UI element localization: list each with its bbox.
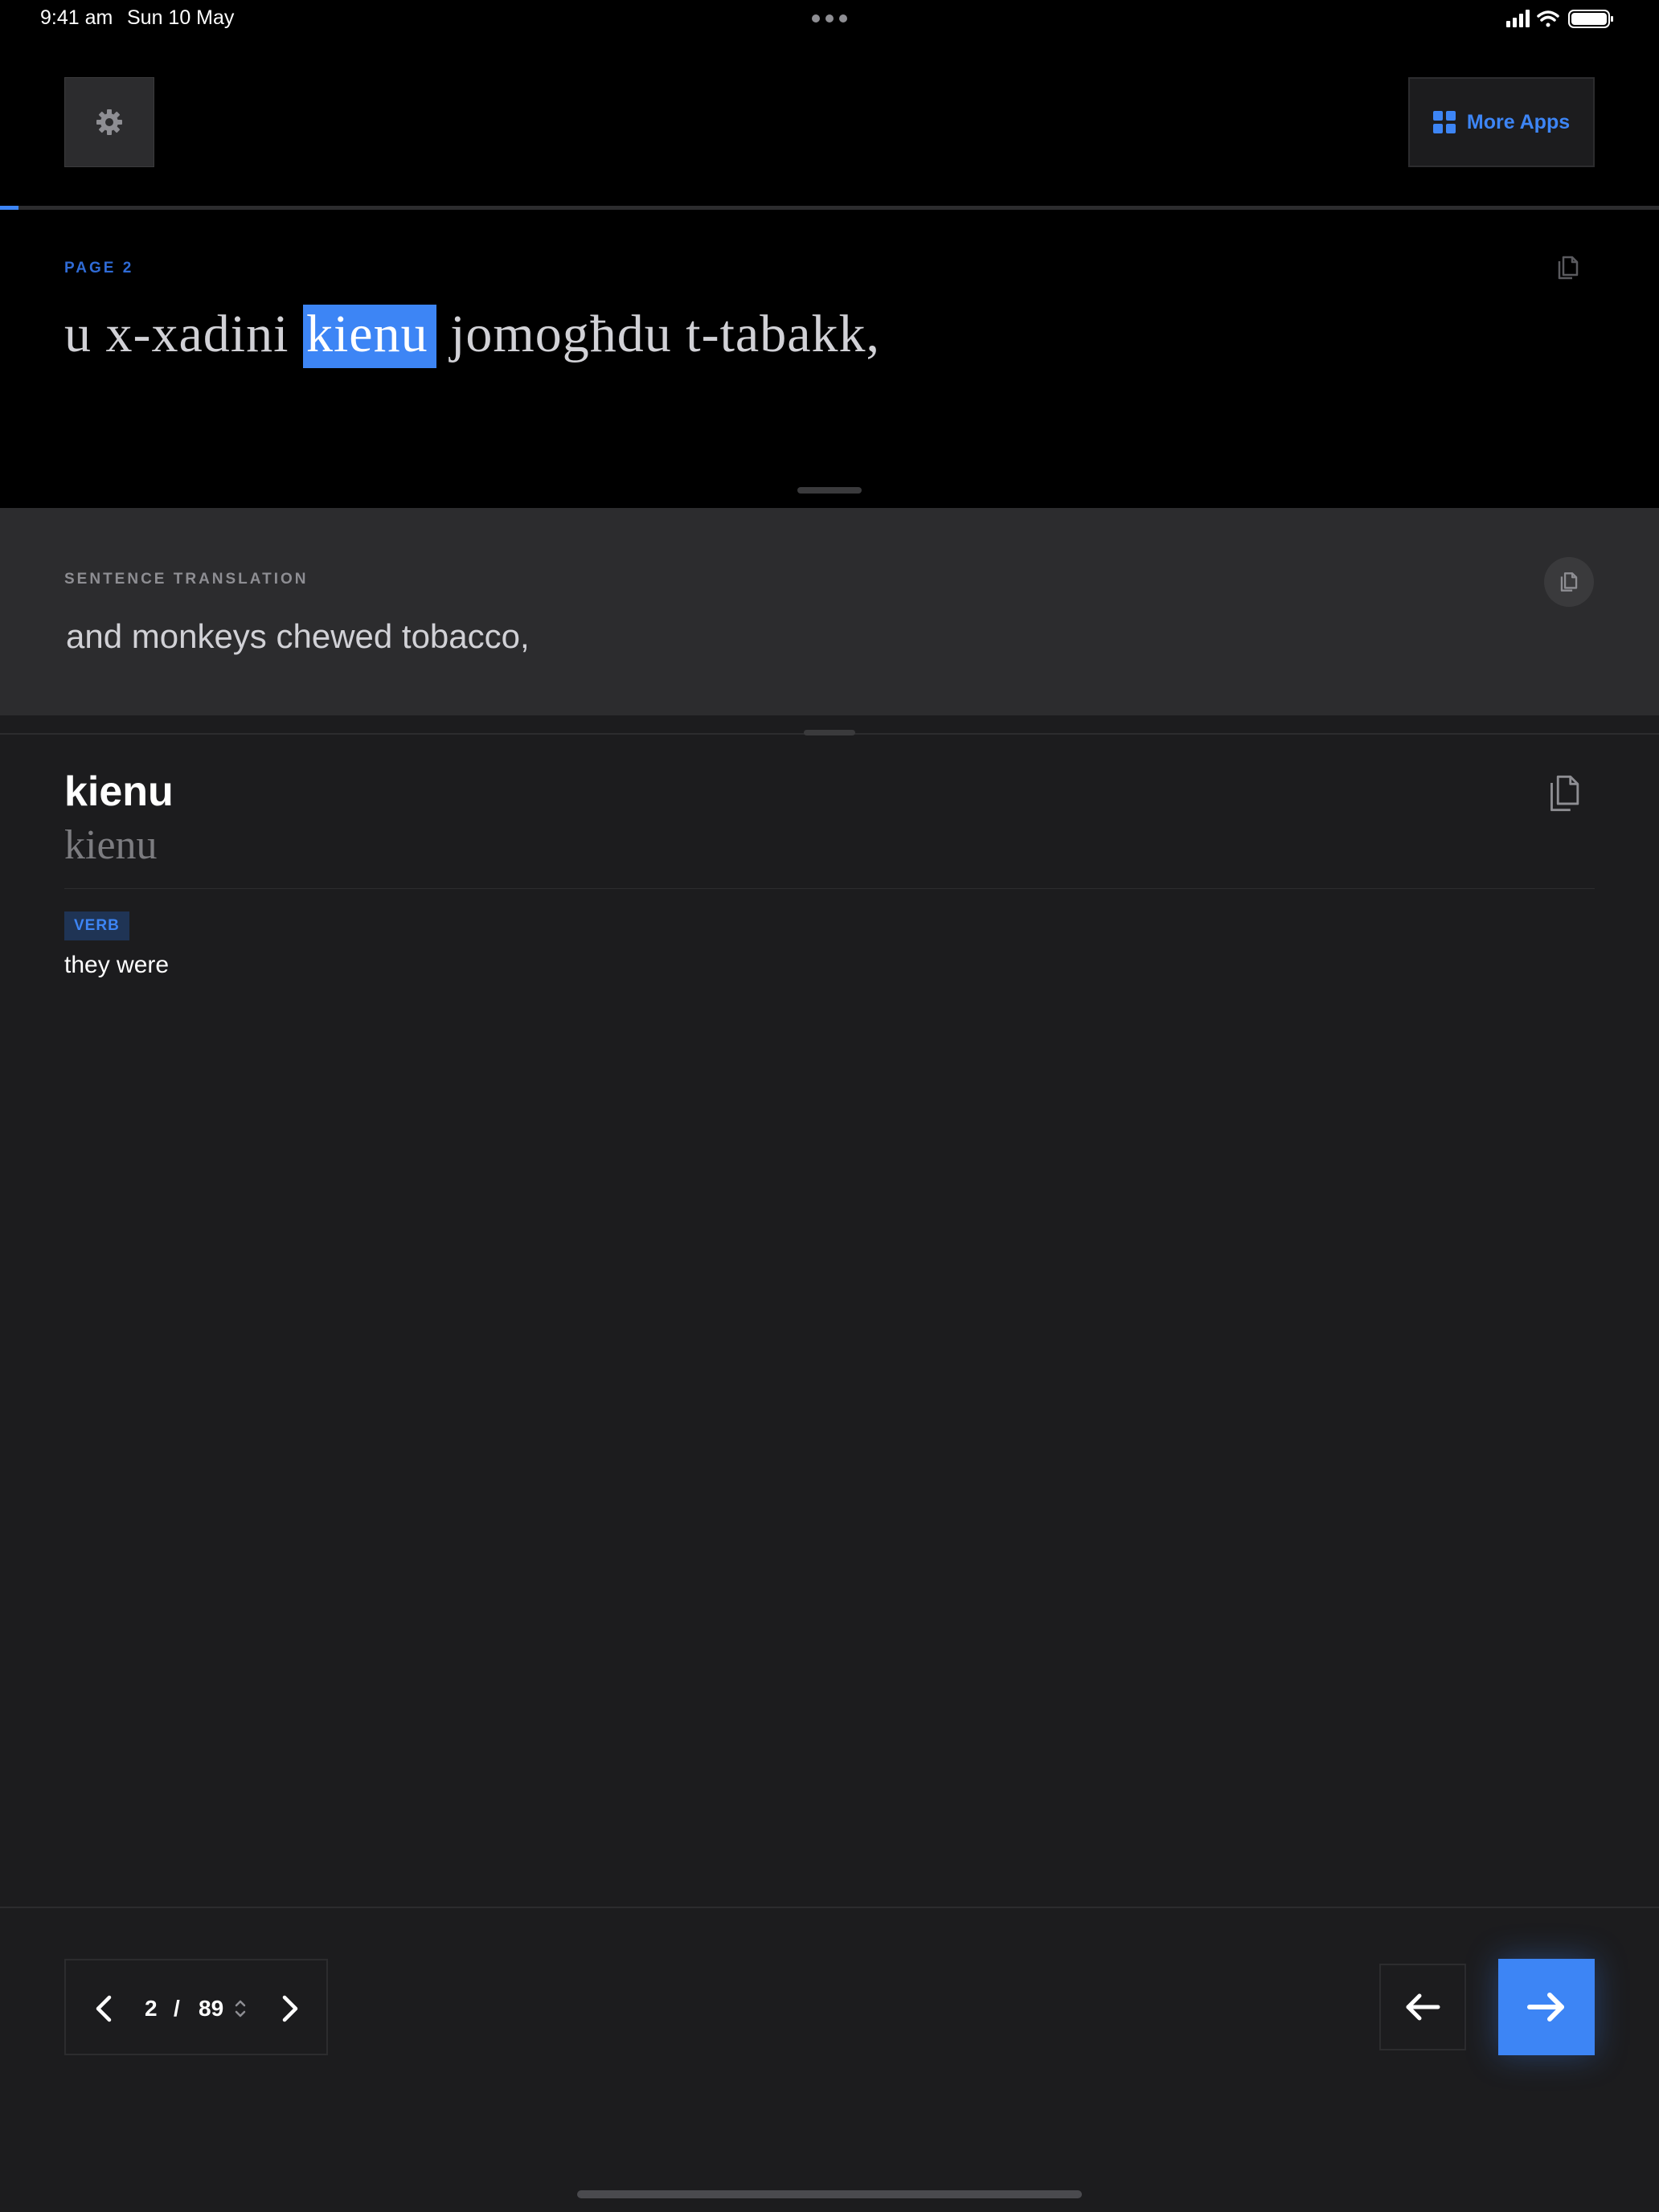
word-subtitle: kienu — [64, 822, 158, 868]
sentence-word[interactable]: x-xadini — [106, 305, 289, 363]
copy-word-icon[interactable] — [1546, 773, 1582, 813]
sentence-word[interactable]: jomogħdu — [450, 305, 672, 363]
divider — [0, 1907, 1659, 1908]
reading-progress-fill — [0, 206, 18, 210]
arrow-left-icon — [1406, 1993, 1440, 2021]
battery-icon — [1568, 10, 1613, 28]
page-label: PAGE 2 — [64, 260, 134, 276]
multitasking-dots-icon[interactable] — [812, 14, 847, 23]
grid-icon — [1432, 111, 1456, 133]
chevron-right-icon — [282, 1995, 298, 2022]
sentence-word-selected[interactable]: kienu — [302, 305, 436, 368]
copy-translation-button[interactable] — [1544, 557, 1594, 607]
settings-button[interactable] — [64, 77, 154, 167]
signal-icon — [1506, 10, 1530, 27]
next-page-button[interactable] — [273, 1991, 305, 2026]
home-indicator[interactable] — [577, 2190, 1082, 2198]
arrow-right-icon — [1527, 1993, 1564, 2022]
previous-sentence-button[interactable] — [1379, 1964, 1466, 2050]
status-bar: 9:41 am Sun 10 May — [0, 0, 1659, 39]
next-sentence-button[interactable] — [1498, 1959, 1595, 2055]
status-date: Sun 10 May — [127, 6, 235, 29]
word-title: kienu — [64, 768, 174, 815]
chevron-left-icon — [96, 1995, 112, 2022]
current-page: 2 — [145, 1996, 158, 2021]
word-meaning: they were — [64, 952, 170, 978]
panel-drag-handle[interactable] — [797, 487, 862, 494]
more-apps-button[interactable]: More Apps — [1408, 77, 1595, 167]
source-sentence: u x-xadini kienu jomogħdu t-tabakk, — [64, 304, 880, 368]
detail-drag-handle[interactable] — [804, 730, 855, 735]
translation-label: SENTENCE TRANSLATION — [64, 571, 309, 588]
divider — [64, 888, 1595, 889]
status-indicators — [1506, 8, 1619, 29]
total-pages: 89 — [199, 1996, 224, 2021]
sentence-word[interactable]: t-tabakk, — [686, 305, 880, 363]
gear-icon — [96, 109, 122, 135]
wifi-icon — [1537, 10, 1559, 27]
status-time: 9:41 am — [40, 6, 113, 29]
page-navigator: 2 / 89 — [64, 1959, 328, 2055]
copy-sentence-icon[interactable] — [1555, 254, 1582, 281]
more-apps-label: More Apps — [1466, 110, 1571, 133]
translation-panel: SENTENCE TRANSLATION and monkeys chewed … — [0, 508, 1659, 715]
sentence-word[interactable]: u — [64, 305, 92, 363]
reading-progress-bar — [0, 206, 1659, 210]
translation-text: and monkeys chewed tobacco, — [66, 617, 530, 655]
page-separator: / — [174, 1996, 180, 2021]
part-of-speech-badge: VERB — [64, 911, 129, 940]
page-picker-icon[interactable] — [233, 1997, 248, 2020]
previous-page-button[interactable] — [88, 1991, 121, 2026]
copy-icon — [1560, 572, 1578, 592]
reader-header: More Apps PAGE 2 u x-xadini kienu jomogħ… — [0, 39, 1659, 508]
